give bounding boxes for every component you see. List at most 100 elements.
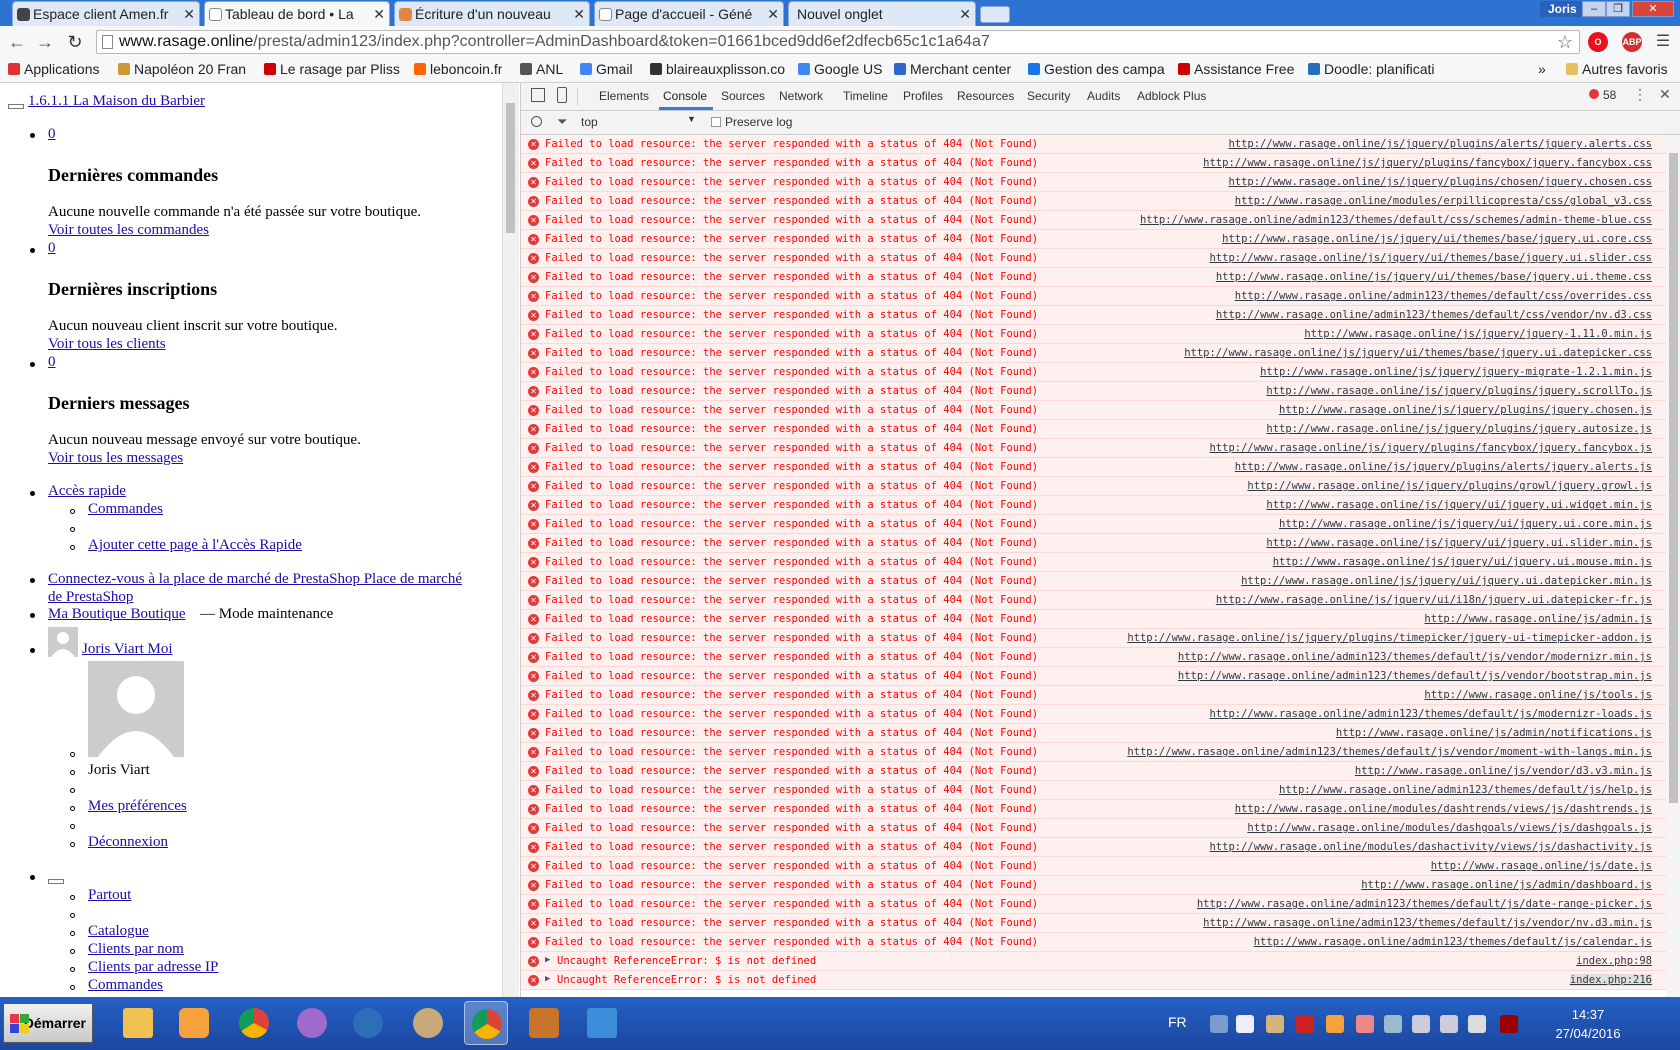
taskbar-app[interactable]: [580, 1001, 624, 1045]
tray-app-icon[interactable]: [1266, 1015, 1284, 1033]
tab-elements[interactable]: Elements: [599, 89, 649, 103]
tab-audits[interactable]: Audits: [1087, 89, 1120, 103]
minimize-button[interactable]: –: [1582, 1, 1606, 17]
error-source-link[interactable]: http://www.rasage.online/js/jquery/plugi…: [1228, 138, 1652, 150]
error-source-link[interactable]: http://www.rasage.online/admin123/themes…: [1178, 670, 1652, 682]
error-source-link[interactable]: http://www.rasage.online/modules/dashact…: [1209, 841, 1652, 853]
error-source-link[interactable]: http://www.rasage.online/admin123/themes…: [1197, 898, 1652, 910]
taskbar-app[interactable]: [232, 1001, 276, 1045]
messages-count[interactable]: 0: [48, 354, 56, 371]
quick-access-link[interactable]: Accès rapide: [48, 483, 126, 500]
bookmark-item[interactable]: ANL: [520, 61, 563, 77]
error-source-link[interactable]: http://www.rasage.online/admin123/themes…: [1178, 651, 1652, 663]
error-source-link[interactable]: http://www.rasage.online/js/jquery/ui/jq…: [1266, 499, 1652, 511]
acrobat-icon[interactable]: [1296, 1015, 1314, 1033]
error-source-link[interactable]: http://www.rasage.online/js/admin/dashbo…: [1361, 879, 1652, 891]
tab-resources[interactable]: Resources: [957, 89, 1014, 103]
expand-arrow-icon[interactable]: ▶: [545, 955, 550, 965]
search-scope-orders[interactable]: Commandes: [88, 977, 163, 994]
console-scrollbar[interactable]: [1666, 135, 1680, 997]
error-source-link[interactable]: http://www.rasage.online/admin123/themes…: [1209, 708, 1652, 720]
bookmark-item[interactable]: Doodle: planificati: [1308, 61, 1446, 77]
messages-link[interactable]: Voir tous les messages: [48, 450, 183, 467]
user-link[interactable]: Joris Viart Moi: [82, 641, 173, 658]
settings-icon[interactable]: [1384, 1015, 1402, 1033]
restore-button[interactable]: ❐: [1606, 1, 1630, 17]
windows-icon[interactable]: [1236, 1015, 1254, 1033]
browser-tab-active[interactable]: Tableau de bord • La ✕: [204, 1, 390, 26]
marketplace-link[interactable]: Connectez-vous à la place de marché de P…: [48, 571, 462, 588]
bookmark-item[interactable]: Merchant center: [894, 61, 1011, 77]
error-source-link[interactable]: http://www.rasage.online/admin123/themes…: [1254, 936, 1652, 948]
tab-console[interactable]: Console: [663, 89, 707, 103]
clock-time[interactable]: 14:37: [1548, 1007, 1628, 1022]
browser-tab[interactable]: Espace client Amen.fr ✕: [12, 1, 200, 26]
chevron-down-icon[interactable]: ▼: [687, 114, 696, 124]
tab-sources[interactable]: Sources: [721, 89, 765, 103]
tab-profiles[interactable]: Profiles: [903, 89, 943, 103]
error-source-link[interactable]: http://www.rasage.online/admin123/themes…: [1235, 290, 1652, 302]
logout-link[interactable]: Déconnexion: [88, 834, 168, 851]
error-source-link[interactable]: http://www.rasage.online/js/jquery/plugi…: [1266, 423, 1652, 435]
breadcrumb[interactable]: 1.6.1.1 La Maison du Barbier: [28, 93, 205, 110]
error-source-link[interactable]: http://www.rasage.online/js/vendor/d3.v3…: [1355, 765, 1652, 777]
error-source-link[interactable]: http://www.rasage.online/admin123/themes…: [1203, 917, 1652, 929]
language-indicator[interactable]: FR: [1168, 1014, 1187, 1030]
error-source-link[interactable]: http://www.rasage.online/modules/dashgoa…: [1247, 822, 1652, 834]
bookmark-item[interactable]: Applications: [8, 61, 100, 77]
error-source-link[interactable]: http://www.rasage.online/js/jquery/plugi…: [1127, 632, 1652, 644]
context-selector[interactable]: top: [581, 115, 598, 129]
error-source-link[interactable]: http://www.rasage.online/admin123/themes…: [1140, 214, 1652, 226]
error-source-link[interactable]: http://www.rasage.online/js/jquery/ui/jq…: [1266, 537, 1652, 549]
console-uncaught-row[interactable]: ✕ ▶ Uncaught ReferenceError: $ is not defi…: [521, 971, 1666, 990]
error-source-link[interactable]: http://www.rasage.online/js/tools.js: [1424, 689, 1652, 701]
bookmark-item[interactable]: Assistance Free: [1178, 61, 1294, 77]
bookmark-item[interactable]: blaireauxplisson.co: [650, 61, 786, 77]
taskbar-app[interactable]: [522, 1001, 566, 1045]
taskbar-app[interactable]: [290, 1001, 334, 1045]
more-options-icon[interactable]: ⋮: [1633, 86, 1647, 103]
error-source-link[interactable]: http://www.rasage.online/js/jquery/plugi…: [1266, 385, 1652, 397]
quick-access-orders[interactable]: Commandes: [88, 501, 163, 518]
error-icon[interactable]: [1589, 89, 1599, 99]
address-bar[interactable]: www.rasage.online/presta/admin123/index.…: [96, 30, 1580, 54]
close-icon[interactable]: ✕: [373, 2, 385, 26]
customers-link[interactable]: Voir tous les clients: [48, 336, 166, 353]
filter-icon[interactable]: ⏷: [557, 114, 567, 130]
error-source-link[interactable]: http://www.rasage.online/js/date.js: [1431, 860, 1652, 872]
error-source-link[interactable]: http://www.rasage.online/js/jquery/plugi…: [1228, 176, 1652, 188]
console-uncaught-row[interactable]: ✕ ▶ Uncaught ReferenceError: $ is not defi…: [521, 952, 1666, 971]
menu-toggle-icon[interactable]: [48, 879, 64, 884]
menu-toggle-icon[interactable]: [8, 104, 24, 109]
error-source-link[interactable]: index.php:98: [1576, 955, 1652, 967]
bookmark-item[interactable]: Napoléon 20 Franc: [118, 61, 246, 77]
back-arrow-icon[interactable]: ←: [6, 31, 28, 53]
tab-timeline[interactable]: Timeline: [843, 89, 888, 103]
tab-adblock-plus[interactable]: Adblock Plus: [1137, 89, 1206, 103]
taskbar-app[interactable]: [116, 1001, 160, 1045]
error-source-link[interactable]: http://www.rasage.online/js/jquery/plugi…: [1235, 461, 1652, 473]
tray-app-icon[interactable]: [1412, 1015, 1430, 1033]
menu-icon[interactable]: ☰: [1652, 31, 1674, 53]
close-icon[interactable]: ✕: [1659, 86, 1671, 103]
taskbar-app[interactable]: [406, 1001, 450, 1045]
opera-icon[interactable]: O: [1588, 32, 1608, 52]
error-source-link[interactable]: http://www.rasage.online/js/jquery/ui/i1…: [1216, 594, 1652, 606]
error-source-link[interactable]: http://www.rasage.online/js/admin.js: [1424, 613, 1652, 625]
profile-button[interactable]: Joris: [1540, 1, 1585, 17]
browser-tab[interactable]: Nouvel onglet ✕: [788, 1, 976, 26]
tray-app-icon[interactable]: [1326, 1015, 1344, 1033]
close-icon[interactable]: ✕: [573, 2, 585, 26]
search-scope-customers-name[interactable]: Clients par nom: [88, 941, 184, 958]
search-scope-customers-ip[interactable]: Clients par adresse IP: [88, 959, 218, 976]
taskbar-app[interactable]: [172, 1001, 216, 1045]
close-icon[interactable]: ✕: [767, 2, 779, 26]
error-source-link[interactable]: http://www.rasage.online/admin123/themes…: [1127, 746, 1652, 758]
inspect-element-icon[interactable]: [531, 88, 545, 102]
bookmark-item[interactable]: Google US: [798, 61, 882, 77]
error-source-link[interactable]: http://www.rasage.online/js/jquery/ui/th…: [1216, 271, 1652, 283]
quick-access-add[interactable]: Ajouter cette page à l'Accès Rapide: [88, 537, 302, 554]
tray-app-icon[interactable]: [1500, 1015, 1518, 1033]
error-source-link[interactable]: http://www.rasage.online/admin123/themes…: [1216, 309, 1652, 321]
error-count[interactable]: 58: [1603, 88, 1616, 102]
